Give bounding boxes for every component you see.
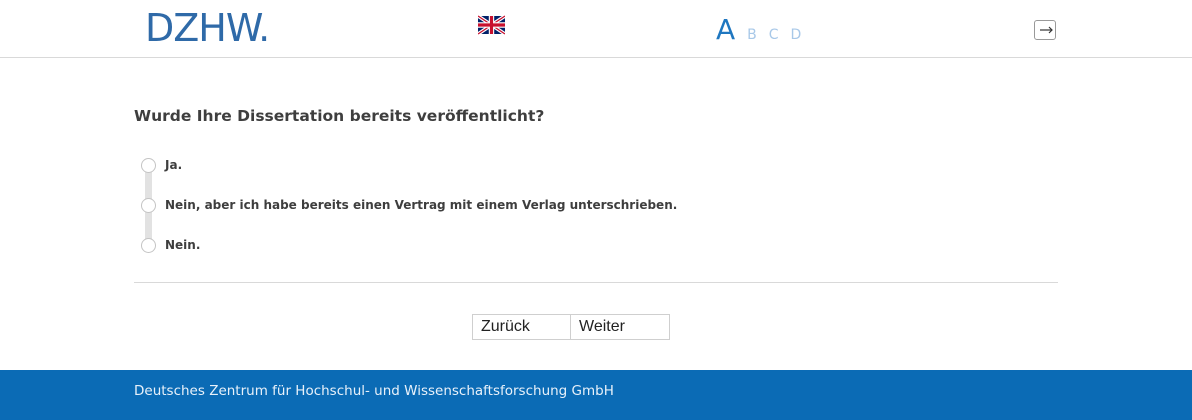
dzhw-logo: DZHW. xyxy=(145,6,270,50)
option-nein-vertrag[interactable]: Nein, aber ich habe bereits einen Vertra… xyxy=(141,196,677,214)
option-nein[interactable]: Nein. xyxy=(141,236,200,254)
divider xyxy=(134,282,1058,283)
option-ja[interactable]: Ja. xyxy=(141,156,182,174)
font-size-d[interactable]: D xyxy=(791,24,802,46)
radio-nein[interactable] xyxy=(141,237,156,253)
font-size-a[interactable]: A xyxy=(716,14,735,46)
back-button[interactable]: Zurück xyxy=(472,314,571,340)
next-button[interactable]: Weiter xyxy=(571,314,670,340)
logout-icon xyxy=(1040,26,1053,34)
radio-nein-vertrag[interactable] xyxy=(141,197,156,213)
header: DZHW. A B C D xyxy=(0,0,1192,58)
logout-button[interactable] xyxy=(1034,20,1056,40)
font-size-c[interactable]: C xyxy=(769,24,779,46)
answer-options: Ja. Nein, aber ich habe bereits einen Ve… xyxy=(141,156,841,256)
navigation-buttons: Zurück Weiter xyxy=(472,314,670,340)
question-text: Wurde Ihre Dissertation bereits veröffen… xyxy=(134,107,545,125)
option-label: Nein. xyxy=(165,238,201,252)
footer-text: Deutsches Zentrum für Hochschul- und Wis… xyxy=(134,383,614,399)
uk-flag-icon[interactable] xyxy=(477,14,506,36)
option-label: Ja. xyxy=(165,158,183,172)
font-size-b[interactable]: B xyxy=(747,24,757,46)
font-size-selector: A B C D xyxy=(716,10,813,46)
option-label: Nein, aber ich habe bereits einen Vertra… xyxy=(165,198,678,212)
radio-ja[interactable] xyxy=(141,157,156,173)
footer: Deutsches Zentrum für Hochschul- und Wis… xyxy=(0,370,1192,420)
